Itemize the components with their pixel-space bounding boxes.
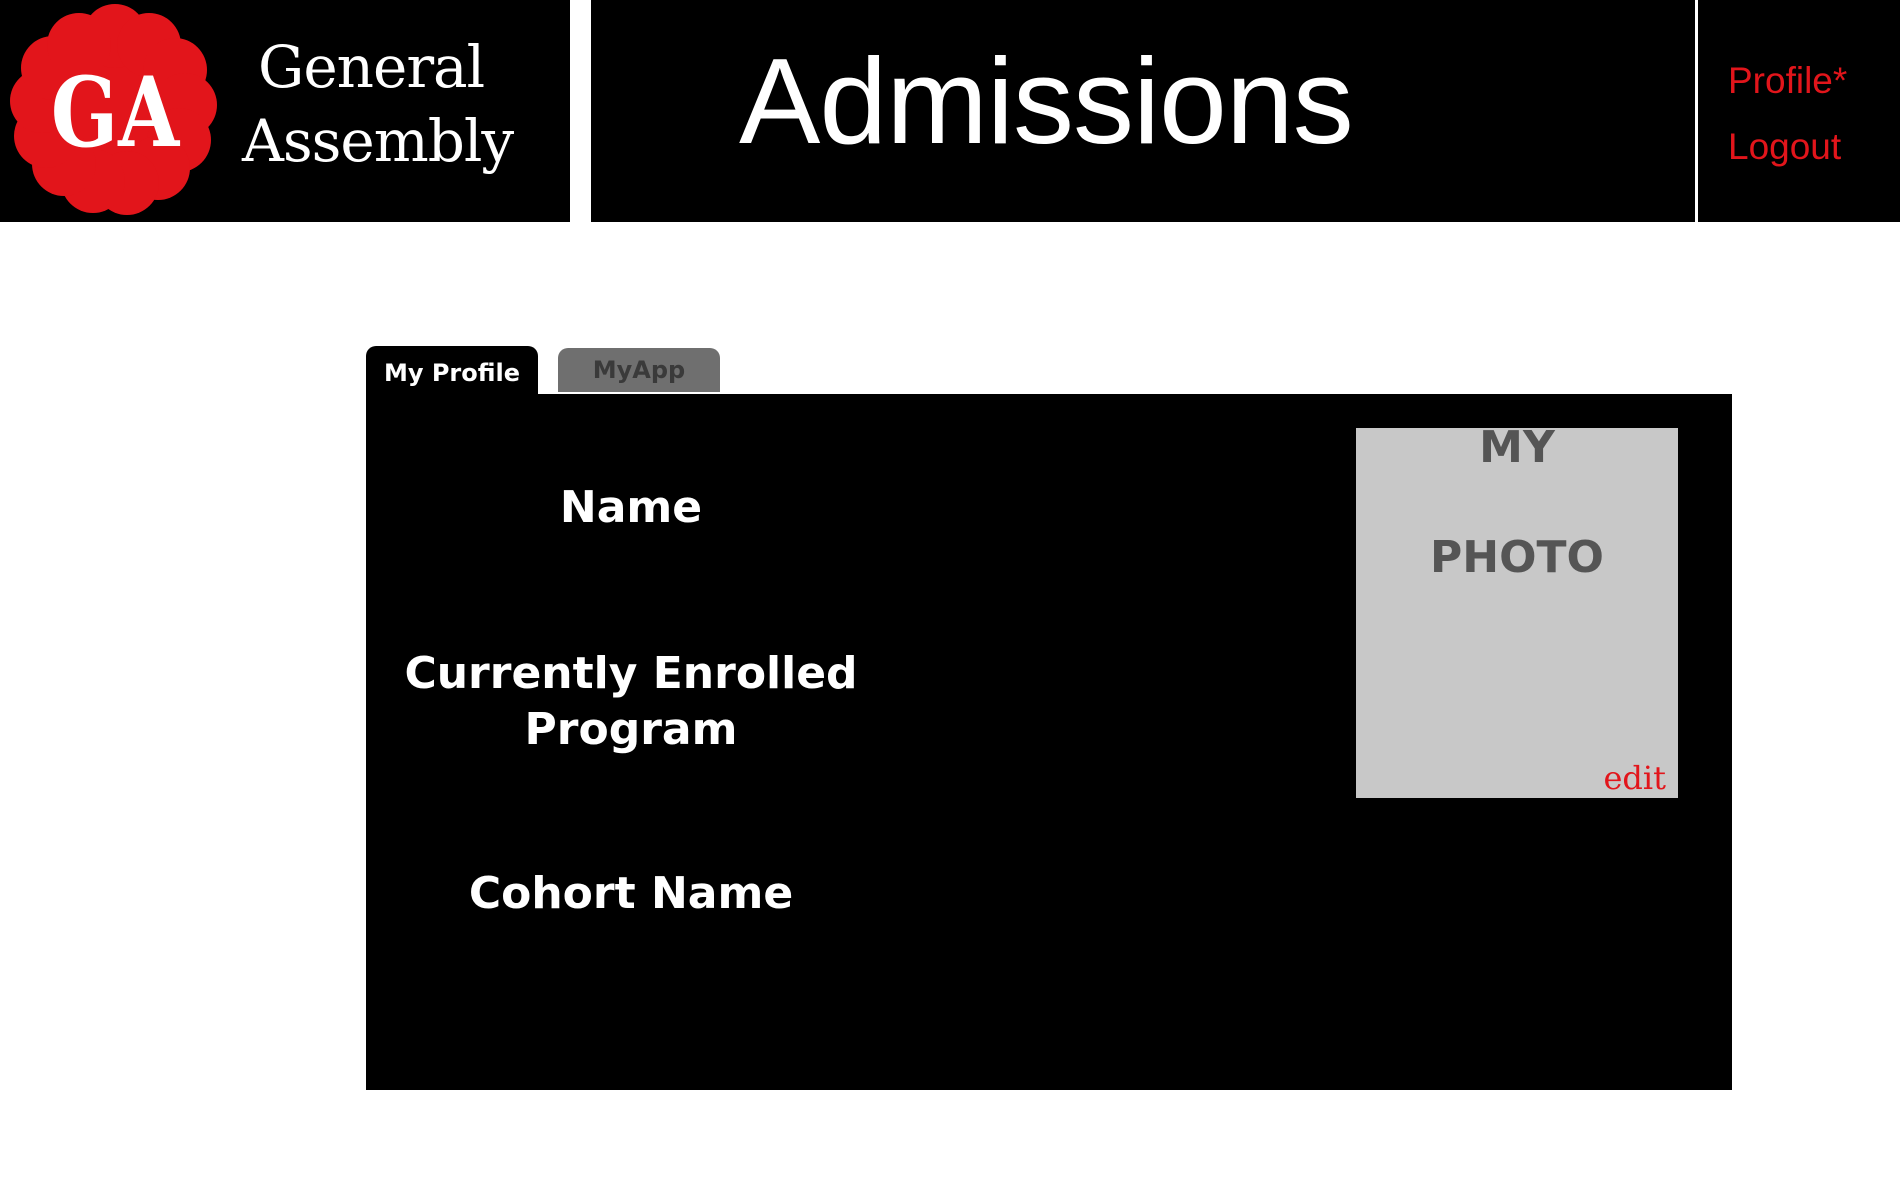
profile-panel: Name Currently Enrolled Program Cohort N… — [366, 394, 1732, 1090]
title-block: Admissions — [591, 0, 1695, 222]
enrolled-program-label-line-2: Program — [524, 704, 738, 755]
brand-name-line-1: General — [258, 33, 485, 101]
tab-my-profile[interactable]: My Profile — [366, 346, 538, 394]
edit-photo-link[interactable]: edit — [1603, 762, 1666, 794]
name-label: Name — [366, 480, 896, 536]
enrolled-program-label: Currently Enrolled Program — [366, 646, 896, 758]
cohort-name-label-text: Cohort Name — [468, 868, 794, 919]
profile-link[interactable]: Profile* — [1728, 62, 1847, 99]
flower-logo-icon: GA — [10, 4, 217, 215]
page-title: Admissions — [739, 33, 1354, 169]
cohort-name-label: Cohort Name — [366, 866, 896, 922]
name-label-text: Name — [559, 482, 703, 533]
profile-photo-placeholder: MY PHOTO edit — [1356, 422, 1678, 798]
logo-initials: GA — [51, 56, 181, 169]
header: GA General Assembly Admissions Profile* … — [0, 0, 1900, 222]
tab-myapp[interactable]: MyApp — [558, 348, 720, 392]
logout-link[interactable]: Logout — [1728, 128, 1841, 165]
brand-name-line-2: Assembly — [242, 107, 514, 175]
nav-block: Profile* Logout — [1698, 0, 1900, 222]
photo-placeholder-line-1: MY — [1479, 422, 1555, 473]
enrolled-program-label-line-1: Currently Enrolled — [404, 648, 858, 699]
photo-placeholder-line-2: PHOTO — [1430, 532, 1604, 583]
logo-block[interactable]: GA General Assembly — [0, 0, 570, 222]
